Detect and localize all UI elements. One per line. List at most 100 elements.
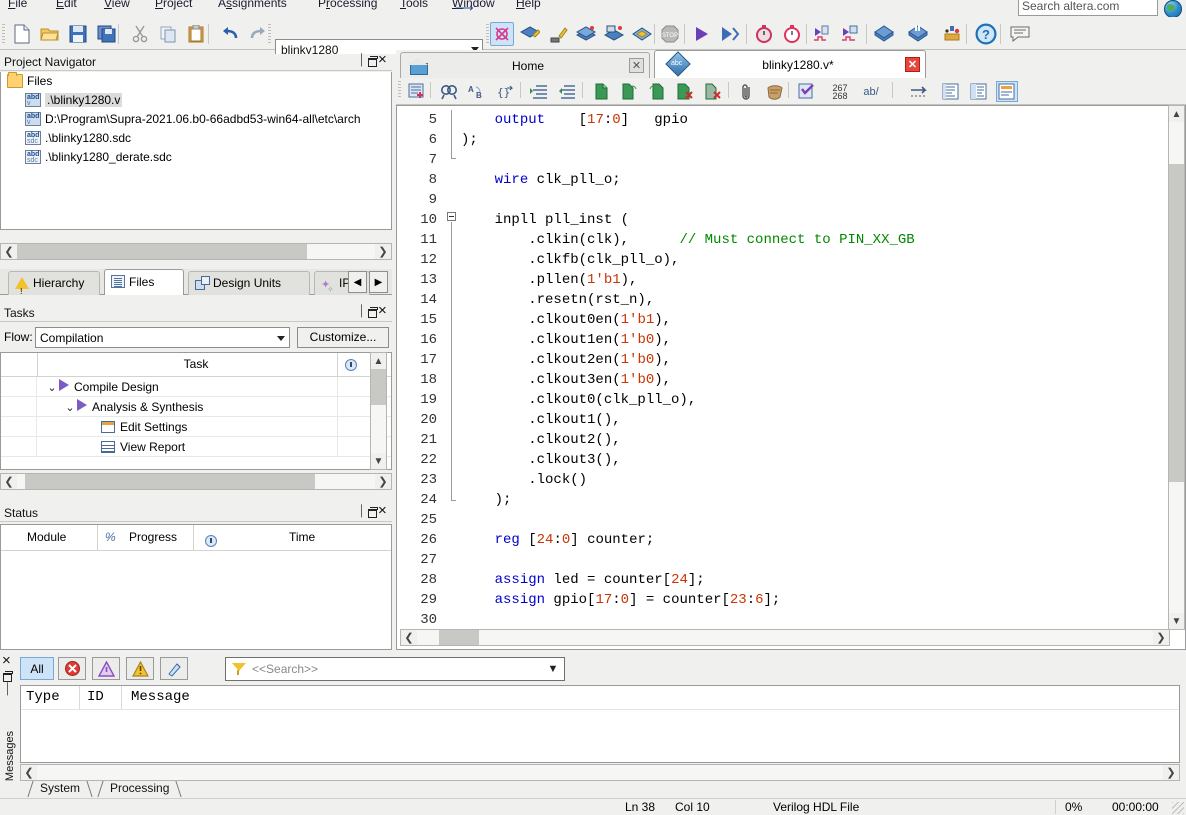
pin-icon[interactable] bbox=[356, 504, 368, 519]
hscroll-track[interactable] bbox=[17, 244, 375, 259]
programmer-button[interactable] bbox=[812, 22, 836, 46]
pin-planner-button[interactable] bbox=[872, 22, 896, 46]
menu-overflow-arrow-icon[interactable]: ⟶ bbox=[455, 0, 474, 16]
filter-warning-button[interactable] bbox=[126, 657, 154, 680]
decrease-indent-button[interactable] bbox=[556, 81, 578, 102]
scroll-lock-button[interactable] bbox=[764, 81, 786, 102]
status-table[interactable]: Module % Progress Time bbox=[0, 524, 392, 650]
tab-hierarchy[interactable]: Hierarchy bbox=[8, 271, 100, 303]
scroll-up-arrow-icon[interactable]: ▲ bbox=[371, 353, 386, 369]
play-triangle-icon[interactable] bbox=[59, 379, 69, 391]
vscroll-track[interactable] bbox=[1169, 122, 1184, 613]
start-button[interactable] bbox=[690, 22, 714, 46]
hscroll-thumb[interactable] bbox=[17, 244, 307, 259]
menu-item-project[interactable]: Project bbox=[155, 0, 192, 10]
hscroll-track[interactable] bbox=[17, 474, 375, 489]
tab-system[interactable]: System bbox=[34, 781, 86, 797]
menu-item-help[interactable]: Help bbox=[516, 0, 541, 10]
code-line[interactable] bbox=[461, 550, 1185, 570]
report-icon[interactable] bbox=[101, 441, 115, 453]
filter-info-button[interactable] bbox=[160, 657, 188, 680]
increase-indent-button[interactable] bbox=[528, 81, 550, 102]
tasks-hscrollbar[interactable]: ❮ ❯ bbox=[0, 473, 392, 490]
scroll-down-arrow-icon[interactable]: ▼ bbox=[1169, 613, 1184, 629]
vscroll-thumb[interactable] bbox=[371, 369, 386, 405]
code-line[interactable] bbox=[461, 510, 1185, 530]
attach-file-button[interactable] bbox=[736, 81, 758, 102]
code-editor[interactable]: 5 6 7 8 9 10 11 12 13 14 15 16 17 18 19 20 21 22 23 24 25 26 2… bbox=[396, 105, 1186, 650]
scroll-right-arrow-icon[interactable]: ❯ bbox=[1163, 765, 1179, 780]
vscroll-track[interactable] bbox=[371, 369, 386, 453]
code-fold-column[interactable] bbox=[443, 106, 461, 649]
menu-item-edit[interactable]: Edit bbox=[56, 0, 77, 10]
code-line[interactable]: .lock() bbox=[461, 470, 1185, 490]
scroll-right-arrow-icon[interactable]: ❯ bbox=[375, 244, 391, 259]
save-all-button[interactable] bbox=[94, 22, 118, 46]
menu-item-processing[interactable]: Processing bbox=[318, 0, 377, 10]
copy-button[interactable] bbox=[156, 22, 180, 46]
code-line[interactable]: .resetn(rst_n), bbox=[461, 290, 1185, 310]
close-icon[interactable] bbox=[378, 302, 390, 319]
close-icon[interactable] bbox=[2, 652, 13, 670]
chevron-down-icon[interactable] bbox=[277, 336, 285, 341]
list-item[interactable]: abd sdc .\blinky1280_derate.sdc bbox=[1, 148, 391, 167]
code-line[interactable] bbox=[461, 610, 1185, 630]
editor-hscrollbar[interactable]: ❮ ❯ bbox=[400, 629, 1170, 646]
start-compilation-button[interactable] bbox=[490, 22, 514, 46]
code-line[interactable]: .clkin(clk), // Must connect to PIN_XX_G… bbox=[461, 230, 1185, 250]
menu-item-tools[interactable]: Tools bbox=[400, 0, 428, 10]
scroll-right-arrow-icon[interactable]: ❯ bbox=[1153, 630, 1169, 645]
analysis-elaboration-button[interactable] bbox=[518, 22, 542, 46]
pin-icon[interactable] bbox=[356, 53, 368, 68]
scroll-down-arrow-icon[interactable]: ▼ bbox=[371, 453, 386, 469]
save-button[interactable] bbox=[66, 22, 90, 46]
resume-button[interactable] bbox=[718, 22, 742, 46]
code-line[interactable]: assign led = counter[24]; bbox=[461, 570, 1185, 590]
code-line[interactable]: inpll pll_inst ( bbox=[461, 210, 1185, 230]
code-line[interactable]: .pllen(1'b1), bbox=[461, 270, 1185, 290]
open-file-button[interactable] bbox=[38, 22, 62, 46]
messages-hscrollbar[interactable]: ❮ ❯ bbox=[20, 764, 1180, 781]
undo-button[interactable] bbox=[218, 22, 242, 46]
tasks-vscrollbar[interactable]: ▲ ▼ bbox=[370, 352, 387, 470]
timing-analyzer-button[interactable] bbox=[630, 22, 654, 46]
list-item[interactable]: abd v .\blinky1280.v bbox=[1, 91, 391, 110]
code-line[interactable]: .clkout1en(1'b0), bbox=[461, 330, 1185, 350]
code-line[interactable]: .clkout2en(1'b0), bbox=[461, 350, 1185, 370]
table-row[interactable]: View Report bbox=[1, 437, 391, 457]
scroll-left-arrow-icon[interactable]: ❮ bbox=[1, 244, 17, 259]
close-icon[interactable]: ✕ bbox=[905, 57, 920, 72]
filter-all-button[interactable]: All bbox=[20, 657, 54, 680]
code-line[interactable] bbox=[461, 150, 1185, 170]
list-item[interactable]: abd v D:\Program\Supra-2021.06.b0-66adbd53… bbox=[1, 110, 391, 129]
show-whitespace-button[interactable] bbox=[908, 81, 930, 102]
redo-button[interactable] bbox=[246, 22, 270, 46]
new-file-button[interactable] bbox=[10, 22, 34, 46]
code-line[interactable]: assign gpio[17:0] = counter[23:6]; bbox=[461, 590, 1185, 610]
code-line[interactable]: .clkout2(), bbox=[461, 430, 1185, 450]
timequest-button[interactable] bbox=[780, 22, 804, 46]
uncomment-button[interactable] bbox=[618, 81, 640, 102]
vscroll-thumb[interactable] bbox=[1169, 164, 1184, 482]
scroll-up-arrow-icon[interactable]: ▲ bbox=[1169, 106, 1184, 122]
hscroll-track[interactable] bbox=[37, 765, 1163, 780]
menu-item-view[interactable]: View bbox=[104, 0, 130, 10]
remove-bookmark-button[interactable] bbox=[674, 81, 696, 102]
chevron-down-icon[interactable]: ▼ bbox=[542, 663, 564, 675]
code-line[interactable]: reg [24:0] counter; bbox=[461, 530, 1185, 550]
hscroll-thumb[interactable] bbox=[25, 474, 315, 489]
code-line[interactable]: .clkfb(clk_pll_o), bbox=[461, 250, 1185, 270]
messages-table[interactable]: Type ID Message bbox=[20, 685, 1180, 763]
filter-funnel-icon[interactable] bbox=[230, 661, 248, 677]
settings-icon[interactable] bbox=[101, 421, 115, 433]
stop-button[interactable]: STOP bbox=[658, 22, 682, 46]
code-line[interactable]: .clkout3en(1'b0), bbox=[461, 370, 1185, 390]
pin-icon[interactable] bbox=[2, 682, 13, 698]
code-line[interactable]: .clkout0(clk_pll_o), bbox=[461, 390, 1185, 410]
code-line[interactable]: .clkout3(), bbox=[461, 450, 1185, 470]
filter-critical-warning-button[interactable] bbox=[92, 657, 120, 680]
resize-grip-icon[interactable] bbox=[1172, 802, 1184, 814]
timing-analyzer-tool-button[interactable] bbox=[752, 22, 776, 46]
cut-button[interactable] bbox=[128, 22, 152, 46]
hscroll-thumb[interactable] bbox=[439, 630, 479, 645]
